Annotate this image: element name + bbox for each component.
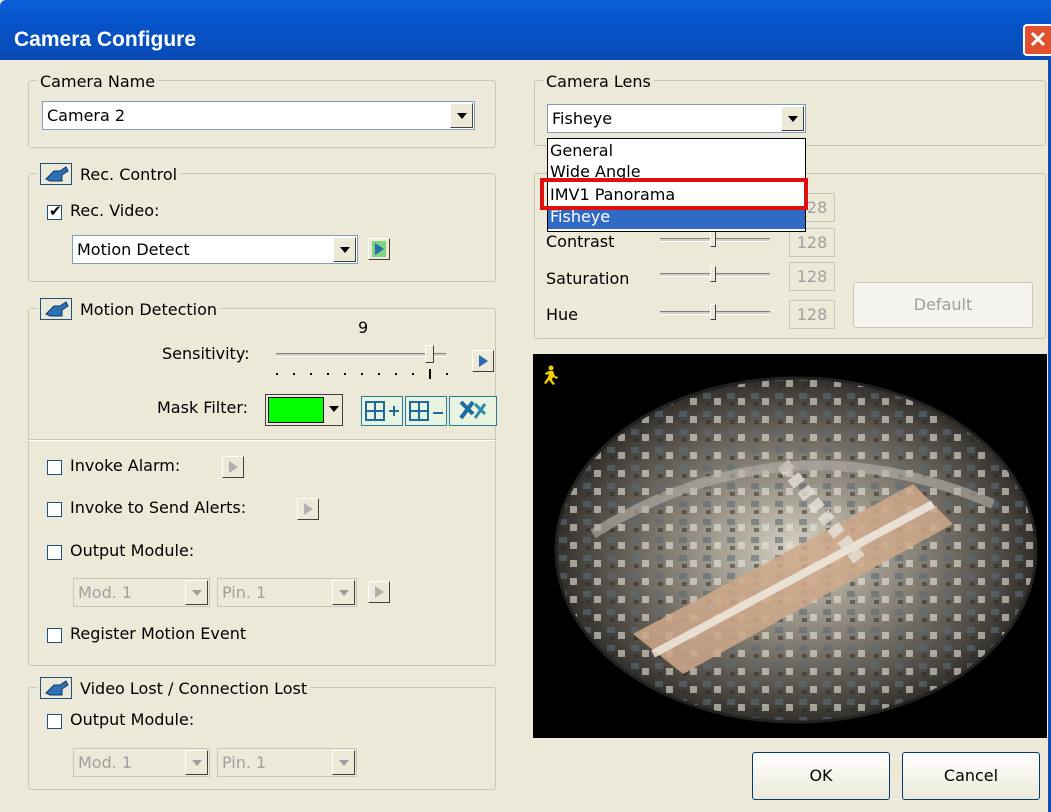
- slider-tick: [378, 373, 380, 375]
- slider-tick: [412, 373, 414, 375]
- mask-clear-icon[interactable]: [449, 396, 497, 426]
- motion-detection-legend: Motion Detection: [80, 299, 218, 319]
- register-motion-event-label: Register Motion Event: [70, 624, 247, 643]
- invoke-alarm-settings-button[interactable]: [222, 456, 244, 478]
- running-person-icon: [544, 365, 558, 385]
- chevron-down-icon[interactable]: [333, 237, 356, 262]
- video-lost-module-value: Mod. 1: [78, 753, 133, 772]
- rec-mode-value: Motion Detect: [77, 240, 190, 259]
- mask-color-swatch: [268, 397, 324, 423]
- camera-name-legend: Camera Name: [37, 69, 159, 93]
- slider-tick: [429, 369, 431, 379]
- camera-lens-value: Fisheye: [552, 109, 613, 128]
- chevron-down-icon[interactable]: [450, 103, 473, 128]
- mask-add-icon[interactable]: [361, 396, 403, 426]
- chevron-down-icon[interactable]: [332, 580, 355, 605]
- slider-tick: [310, 373, 312, 375]
- hue-label: Hue: [546, 305, 579, 324]
- module-value: Mod. 1: [78, 583, 133, 602]
- camera-lens-select[interactable]: Fisheye: [547, 104, 806, 133]
- video-lost-pin-select[interactable]: Pin. 1: [217, 748, 357, 777]
- slider-tick: [344, 373, 346, 375]
- lens-option-fisheye[interactable]: Fisheye: [548, 207, 805, 229]
- invoke-alerts-label: Invoke to Send Alerts:: [70, 498, 247, 517]
- hue-value[interactable]: 128: [789, 300, 835, 329]
- close-button[interactable]: ✕: [1023, 24, 1051, 56]
- saturation-label: Saturation: [546, 269, 630, 288]
- video-lost-output-label: Output Module:: [70, 710, 195, 729]
- slider-tick: [361, 373, 363, 375]
- mask-remove-icon[interactable]: [405, 396, 447, 426]
- hand-pointer-icon: [40, 677, 72, 699]
- rec-video-label: Rec. Video:: [70, 201, 160, 220]
- chevron-down-icon[interactable]: [185, 580, 208, 605]
- output-module-checkbox[interactable]: [47, 545, 62, 560]
- rec-mode-select[interactable]: Motion Detect: [72, 235, 358, 264]
- window-title: Camera Configure: [14, 28, 197, 51]
- title-bar: Camera Configure ✕: [0, 0, 1051, 60]
- sensitivity-apply-button[interactable]: [472, 350, 494, 372]
- rec-video-checkbox[interactable]: [47, 202, 62, 220]
- contrast-label: Contrast: [546, 232, 615, 251]
- mask-color-picker[interactable]: [265, 394, 343, 426]
- motion-divider: [28, 439, 496, 441]
- slider-ticks: [276, 369, 448, 379]
- invoke-alerts-checkbox[interactable]: [47, 502, 62, 517]
- mask-filter-label: Mask Filter:: [157, 398, 249, 417]
- rec-schedule-button[interactable]: [368, 238, 390, 260]
- register-motion-event-checkbox[interactable]: [47, 628, 62, 643]
- camera-name-value: Camera 2: [47, 106, 126, 125]
- cancel-button[interactable]: Cancel: [902, 752, 1040, 800]
- rec-control-legend: Rec. Control: [80, 164, 178, 184]
- hand-pointer-icon: [40, 163, 72, 185]
- contrast-slider-thumb[interactable]: [710, 231, 716, 247]
- sensitivity-value: 9: [358, 318, 369, 337]
- pin-value: Pin. 1: [222, 583, 267, 602]
- slider-tick: [276, 373, 278, 375]
- video-lost-output-checkbox[interactable]: [47, 714, 62, 729]
- highlight-box: [540, 178, 808, 210]
- invoke-alarm-label: Invoke Alarm:: [70, 456, 181, 475]
- output-module-label: Output Module:: [70, 541, 195, 560]
- video-lost-module-select[interactable]: Mod. 1: [73, 748, 210, 777]
- module-select[interactable]: Mod. 1: [73, 578, 210, 607]
- slider-tick: [395, 373, 397, 375]
- sensitivity-slider[interactable]: [276, 345, 460, 385]
- camera-name-select[interactable]: Camera 2: [42, 101, 475, 130]
- chevron-down-icon[interactable]: [329, 406, 339, 412]
- slider-track: [276, 353, 446, 357]
- slider-tick: [293, 373, 295, 375]
- hue-slider-thumb[interactable]: [710, 304, 716, 320]
- invoke-alerts-settings-button[interactable]: [297, 498, 319, 520]
- slider-thumb[interactable]: [425, 345, 434, 363]
- chevron-down-icon[interactable]: [781, 106, 804, 131]
- video-lost-pin-value: Pin. 1: [222, 753, 267, 772]
- chevron-down-icon[interactable]: [185, 750, 208, 775]
- contrast-value[interactable]: 128: [789, 228, 835, 257]
- video-lost-legend: Video Lost / Connection Lost: [80, 678, 308, 698]
- saturation-slider-thumb[interactable]: [710, 266, 716, 282]
- slider-tick: [446, 373, 448, 375]
- pin-select[interactable]: Pin. 1: [217, 578, 357, 607]
- sensitivity-label: Sensitivity:: [162, 344, 250, 363]
- camera-preview: [533, 354, 1047, 738]
- default-button[interactable]: Default: [853, 282, 1033, 328]
- lens-option-general[interactable]: General: [550, 141, 613, 160]
- ok-button[interactable]: OK: [752, 752, 890, 800]
- chevron-down-icon[interactable]: [332, 750, 355, 775]
- camera-lens-legend: Camera Lens: [543, 69, 654, 93]
- output-module-settings-button[interactable]: [368, 581, 390, 603]
- slider-tick: [327, 373, 329, 375]
- saturation-value[interactable]: 128: [789, 262, 835, 291]
- invoke-alarm-checkbox[interactable]: [47, 460, 62, 475]
- hand-pointer-icon: [40, 298, 72, 320]
- rec-control-group: Rec. Control: [28, 162, 496, 282]
